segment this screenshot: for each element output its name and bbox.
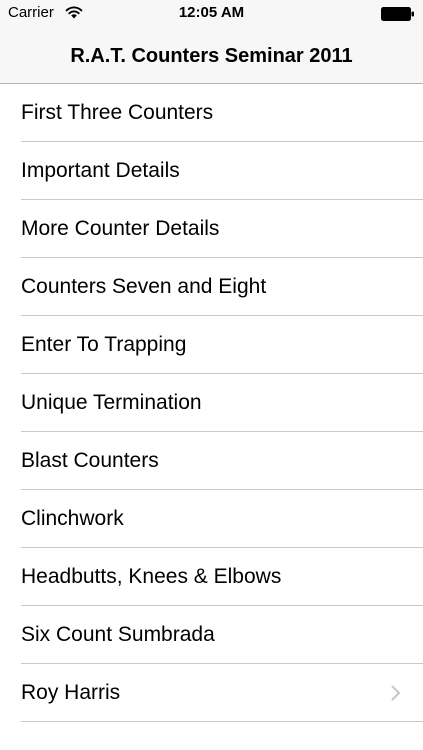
navigation-bar: R.A.T. Counters Seminar 2011 <box>0 26 423 84</box>
page-title: R.A.T. Counters Seminar 2011 <box>70 45 353 67</box>
list-item-important-details[interactable]: Important Details <box>0 142 423 200</box>
chevron-right-icon <box>391 685 400 701</box>
list-item-label: Six Count Sumbrada <box>21 623 215 646</box>
list-item-label: Enter To Trapping <box>21 333 187 356</box>
list-item-label: Blast Counters <box>21 449 159 472</box>
list-item-counters-seven-and-eight[interactable]: Counters Seven and Eight <box>0 258 423 316</box>
list-item-label: Unique Termination <box>21 391 202 414</box>
list-item-clinchwork[interactable]: Clinchwork <box>0 490 423 548</box>
list-item-label: More Counter Details <box>21 217 220 240</box>
list-item-blast-counters[interactable]: Blast Counters <box>0 432 423 490</box>
list-item-unique-termination[interactable]: Unique Termination <box>0 374 423 432</box>
status-bar: Carrier 12:05 AM <box>0 0 423 26</box>
list-item-first-three-counters[interactable]: First Three Counters <box>0 84 423 142</box>
list-item-label: Important Details <box>21 159 180 182</box>
list-item-enter-to-trapping[interactable]: Enter To Trapping <box>0 316 423 374</box>
list-item-label: Clinchwork <box>21 507 124 530</box>
list-item-more-counter-details[interactable]: More Counter Details <box>0 200 423 258</box>
list-item-label: Counters Seven and Eight <box>21 275 267 298</box>
list-item-label: First Three Counters <box>21 101 214 124</box>
list-item-roy-harris[interactable]: Roy Harris <box>0 664 423 722</box>
list-item-headbutts-knees-elbows[interactable]: Headbutts, Knees & Elbows <box>0 548 423 606</box>
list-item-label: Roy Harris <box>21 681 121 704</box>
battery-icon <box>381 7 414 21</box>
row-separator <box>21 721 423 722</box>
status-time: 12:05 AM <box>178 4 245 21</box>
list-item-six-count-sumbrada[interactable]: Six Count Sumbrada <box>0 606 423 664</box>
table-view: First Three Counters Important Details M… <box>0 84 423 722</box>
list-item-label: Headbutts, Knees & Elbows <box>21 565 282 588</box>
